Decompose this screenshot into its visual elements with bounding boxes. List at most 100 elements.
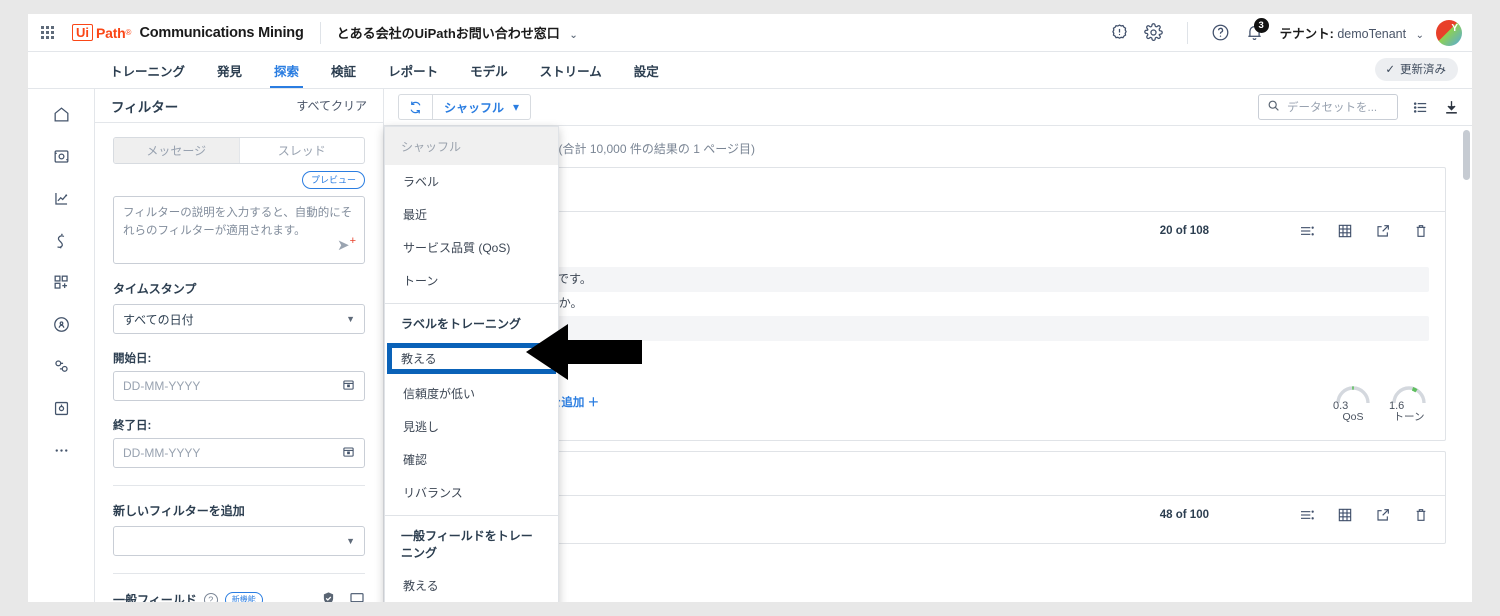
- apps-grid-icon[interactable]: [32, 26, 62, 39]
- start-date-input[interactable]: DD-MM-YYYY: [113, 371, 365, 402]
- shuffle-label: シャッフル: [444, 100, 505, 115]
- header-divider-2: [1186, 21, 1188, 44]
- help-icon[interactable]: [1204, 16, 1238, 50]
- table-view-icon[interactable]: [1337, 223, 1353, 239]
- dataset-icon[interactable]: [48, 143, 74, 169]
- avatar[interactable]: [1436, 19, 1462, 46]
- nl-filter-input[interactable]: フィルターの説明を入力すると、自動的にそれらのフィルターが適用されます。 ➤+: [113, 196, 365, 265]
- end-date-input[interactable]: DD-MM-YYYY: [113, 438, 365, 469]
- timestamp-label: タイムスタンプ: [113, 282, 197, 297]
- logo-badge: Ui: [72, 24, 93, 41]
- start-date-placeholder: DD-MM-YYYY: [123, 379, 201, 394]
- result-card[interactable]: もり依頼 mpany5 ▾ 20 of 108: [410, 167, 1446, 441]
- tab-discover[interactable]: 発見: [201, 52, 258, 88]
- automations-icon[interactable]: [48, 353, 74, 379]
- card-meta-row: mpany5 ▾ 20 of 108: [411, 212, 1445, 239]
- tab-explore[interactable]: 探索: [258, 52, 315, 88]
- frame-left: [0, 0, 28, 616]
- shuffle-dropdown-menu: シャッフル ラベル 最近 サービス品質 (QoS) トーン ラベルをトレーニング…: [384, 126, 559, 602]
- help-icon-general-fields[interactable]: ?: [203, 592, 218, 602]
- stream-icon[interactable]: [48, 311, 74, 337]
- segment-threads[interactable]: スレッド: [238, 138, 365, 164]
- shield-check-icon[interactable]: [321, 591, 336, 602]
- card-actions: [1299, 507, 1429, 523]
- timestamp-select[interactable]: すべての日付 ▼: [113, 304, 365, 335]
- dropdown-item-low-confidence[interactable]: 信頼度が低い: [385, 377, 558, 410]
- detail-list-icon[interactable]: [1299, 507, 1315, 523]
- delete-icon[interactable]: [1413, 507, 1429, 523]
- table-view-icon[interactable]: [1337, 507, 1353, 523]
- tenant-selector[interactable]: テナント: demoTenant ⌄: [1280, 23, 1424, 42]
- top-header: Ui Path ® Communications Mining とある会社のUi…: [28, 14, 1472, 52]
- tab-validation[interactable]: 検証: [315, 52, 372, 88]
- frame-right: [1472, 0, 1500, 616]
- flow-icon[interactable]: [48, 227, 74, 253]
- dropdown-group-train-labels: ラベルをトレーニング: [401, 317, 522, 331]
- trademark-icon: ®: [125, 28, 132, 37]
- search-placeholder: データセットを...: [1287, 102, 1378, 114]
- monitor-icon[interactable]: [349, 590, 365, 602]
- tab-settings[interactable]: 設定: [618, 52, 675, 88]
- frame-top: [0, 0, 1500, 14]
- card-gauges: 0.3 QoS 1.6 トーン: [1333, 381, 1429, 424]
- dropdown-item-check[interactable]: 確認: [385, 443, 558, 476]
- project-selector[interactable]: とある会社のUiPathお問い合わせ窓口 ⌄: [337, 23, 578, 42]
- end-date-label: 終了日:: [113, 420, 152, 433]
- scrollbar-thumb[interactable]: [1463, 130, 1470, 180]
- card-actions: [1299, 223, 1429, 239]
- calendar-icon[interactable]: [342, 378, 355, 394]
- message-thread-toggle: メッセージ スレッド: [113, 137, 365, 165]
- result-card[interactable]: する資料請求 mpany2 ▾ 48 of 100: [410, 450, 1446, 544]
- list-view-icon[interactable]: [1412, 99, 1429, 116]
- open-external-icon[interactable]: [1375, 223, 1391, 239]
- detail-list-icon[interactable]: [1299, 223, 1315, 239]
- calendar-icon-end[interactable]: [342, 445, 355, 461]
- home-icon[interactable]: [48, 101, 74, 127]
- gauge-value: 0.3: [1333, 399, 1349, 412]
- shuffle-button[interactable]: シャッフル ▾: [432, 94, 532, 120]
- message-line: 中村水産の 高橋 裕樹 です。: [427, 267, 1429, 293]
- gear-icon[interactable]: [1137, 16, 1171, 50]
- refresh-button[interactable]: [398, 94, 432, 120]
- dropdown-item-qos[interactable]: サービス品質 (QoS): [385, 231, 558, 264]
- dropdown-item-teach-labels[interactable]: 教える: [387, 343, 556, 374]
- dropdown-item-missed[interactable]: 見逃し: [385, 410, 558, 443]
- tab-streams[interactable]: ストリーム: [524, 52, 618, 88]
- dropdown-item-tone[interactable]: トーン: [385, 264, 558, 297]
- results-toolbar: シャッフル ▾ データセットを...: [384, 89, 1472, 126]
- add-filter-select[interactable]: ▼: [113, 526, 365, 557]
- card-from-line: 先: sales@sample.demo: [411, 523, 1445, 543]
- apps-add-icon[interactable]: [48, 269, 74, 295]
- gauge-value: 1.6: [1389, 399, 1405, 412]
- dropdown-item-rebalance[interactable]: リバランス: [385, 476, 558, 509]
- updated-label: 更新済み: [1400, 64, 1446, 76]
- vertical-scrollbar[interactable]: [1463, 130, 1470, 596]
- dropdown-item-recent[interactable]: 最近: [385, 198, 558, 231]
- tab-label: トレーニング: [110, 64, 186, 79]
- dropdown-item-gf-teach[interactable]: 教える: [385, 569, 558, 602]
- dropdown-item-label[interactable]: ラベル: [385, 165, 558, 198]
- open-external-icon[interactable]: [1375, 507, 1391, 523]
- tab-reports[interactable]: レポート: [372, 52, 454, 88]
- tab-models[interactable]: モデル: [454, 52, 524, 88]
- download-icon[interactable]: [1443, 99, 1460, 116]
- project-name-label: とある会社のUiPathお問い合わせ窓口: [336, 26, 560, 41]
- more-icon[interactable]: [48, 437, 74, 463]
- filters-body: メッセージ スレッド プレビュー フィルターの説明を入力すると、自動的にそれらの…: [95, 123, 383, 602]
- message-line: [427, 315, 1429, 342]
- clear-all-button[interactable]: すべてクリア: [296, 97, 367, 114]
- send-icon[interactable]: ➤+: [337, 233, 356, 257]
- analytics-icon[interactable]: [48, 185, 74, 211]
- archive-icon[interactable]: [48, 395, 74, 421]
- delete-icon[interactable]: [1413, 223, 1429, 239]
- segment-messages[interactable]: メッセージ: [114, 138, 239, 164]
- dropdown-group-train-general-fields: 一般フィールドをトレーニング: [401, 529, 533, 560]
- search-input[interactable]: データセットを...: [1258, 94, 1398, 120]
- notifications-icon[interactable]: 3: [1238, 16, 1272, 50]
- card-subject: する資料請求: [411, 452, 1445, 495]
- end-date-placeholder: DD-MM-YYYY: [123, 446, 201, 461]
- uipath-logo[interactable]: Ui Path ® Communications Mining: [72, 24, 304, 41]
- tab-training[interactable]: トレーニング: [94, 52, 201, 88]
- status-badge-updated[interactable]: ✓ 更新済み: [1375, 58, 1458, 81]
- alert-icon[interactable]: [1103, 16, 1137, 50]
